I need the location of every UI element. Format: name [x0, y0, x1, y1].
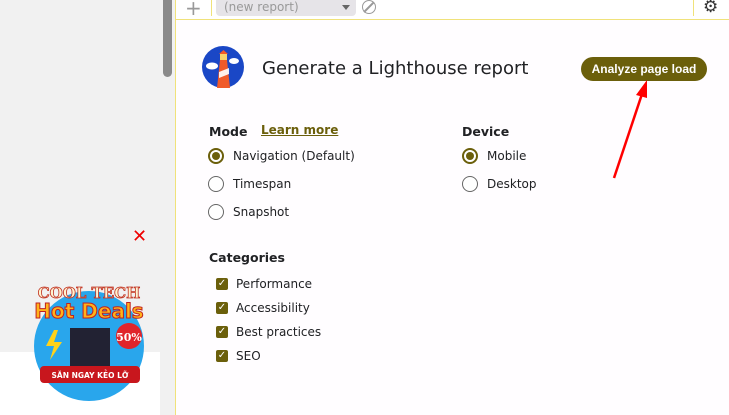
checkbox-checked-icon[interactable]: ✓ — [216, 350, 228, 362]
mode-label: Mode — [209, 124, 248, 139]
lighthouse-logo-icon — [202, 46, 244, 88]
scrollbar-thumb[interactable] — [163, 0, 172, 77]
learn-more-link[interactable]: Learn more — [261, 123, 338, 137]
radio-label: Timespan — [233, 177, 292, 191]
page-title: Generate a Lighthouse report — [262, 58, 529, 79]
checkbox-label: Performance — [236, 277, 313, 291]
toolbar: + (new report) ⚙ — [176, 0, 729, 20]
ad-banner[interactable]: 50% COOL TECH Hot Deals SĂN NGAY KẺO LỠ — [26, 278, 156, 403]
radio-timespan[interactable]: Timespan — [208, 176, 291, 192]
radio-desktop[interactable]: Desktop — [462, 176, 537, 192]
radio-label: Desktop — [487, 177, 537, 191]
ad-badge: 50% — [116, 331, 142, 344]
checkbox-checked-icon[interactable]: ✓ — [216, 302, 228, 314]
block-icon[interactable] — [362, 0, 376, 14]
chevron-down-icon — [342, 5, 350, 10]
ad-close-icon[interactable]: ✕ — [132, 226, 147, 247]
categories-label: Categories — [209, 250, 285, 265]
device-label: Device — [462, 124, 510, 139]
gear-icon[interactable]: ⚙ — [703, 0, 718, 17]
server-image — [70, 328, 110, 366]
radio-button[interactable] — [462, 176, 478, 192]
radio-button[interactable] — [208, 148, 224, 164]
radio-button[interactable] — [208, 176, 224, 192]
divider — [693, 0, 694, 16]
checkbox-label: Best practices — [236, 325, 322, 339]
lighthouse-panel: + (new report) ⚙ Generate a Lighthouse r… — [175, 0, 729, 415]
radio-navigation[interactable]: Navigation (Default) — [208, 148, 355, 164]
radio-label: Snapshot — [233, 205, 290, 219]
checkbox-accessibility[interactable]: ✓ Accessibility — [216, 301, 310, 315]
report-select[interactable]: (new report) — [216, 0, 356, 16]
radio-label: Navigation (Default) — [233, 149, 355, 163]
checkbox-checked-icon[interactable]: ✓ — [216, 278, 228, 290]
checkbox-label: SEO — [236, 349, 261, 363]
plus-icon[interactable]: + — [185, 0, 202, 20]
radio-label: Mobile — [487, 149, 527, 163]
divider — [211, 0, 212, 16]
radio-button[interactable] — [462, 148, 478, 164]
checkbox-checked-icon[interactable]: ✓ — [216, 326, 228, 338]
analyze-page-load-button[interactable]: Analyze page load — [581, 57, 707, 81]
ad-cta: SĂN NGAY KẺO LỠ — [52, 370, 129, 380]
radio-button[interactable] — [208, 204, 224, 220]
ad-line2: Hot Deals — [34, 299, 143, 323]
report-select-value: (new report) — [224, 0, 299, 14]
checkbox-seo[interactable]: ✓ SEO — [216, 349, 261, 363]
radio-mobile[interactable]: Mobile — [462, 148, 526, 164]
radio-snapshot[interactable]: Snapshot — [208, 204, 289, 220]
checkbox-best-practices[interactable]: ✓ Best practices — [216, 325, 321, 339]
checkbox-performance[interactable]: ✓ Performance — [216, 277, 312, 291]
checkbox-label: Accessibility — [236, 301, 310, 315]
